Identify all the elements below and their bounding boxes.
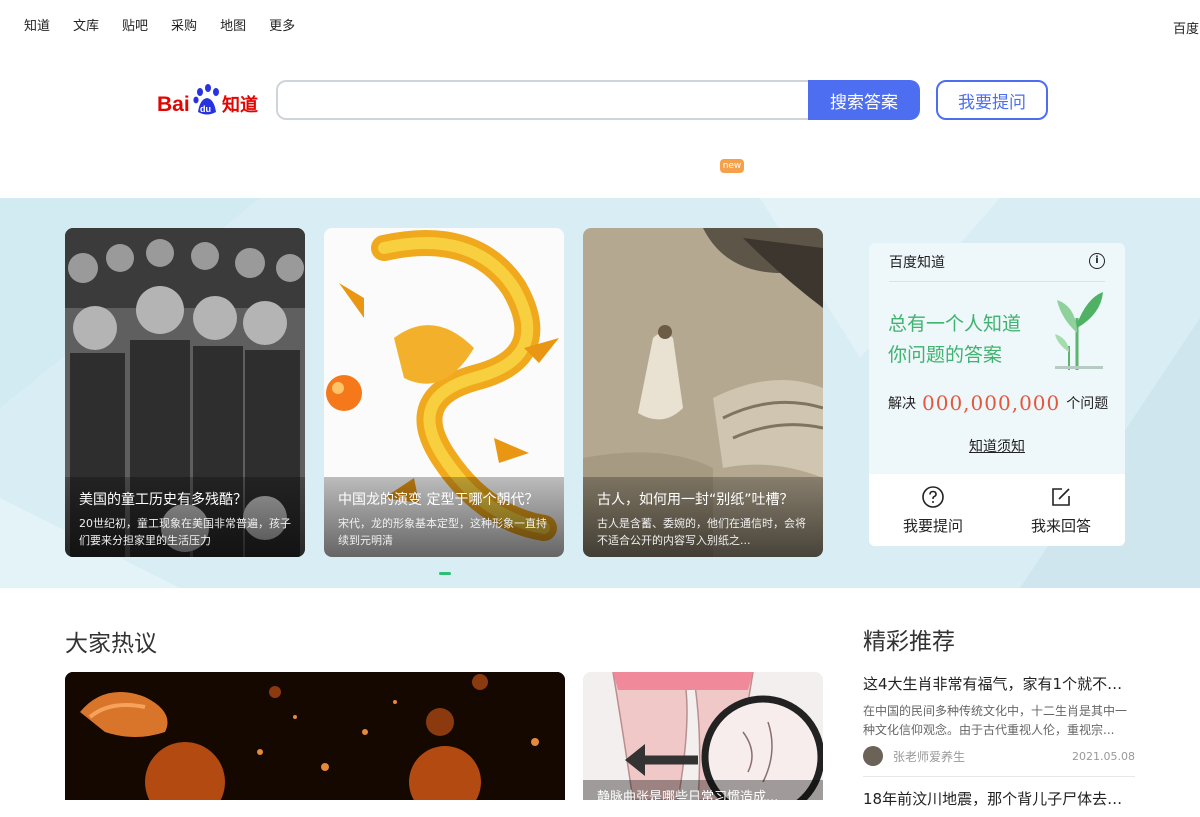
virus-image: [65, 672, 565, 800]
panel-header: 百度知道 i: [889, 252, 1105, 282]
recommend-item-title[interactable]: 这4大生肖非常有福气，家有1个就不…: [863, 673, 1135, 694]
plant-icon: [1055, 292, 1103, 370]
info-icon[interactable]: i: [1089, 253, 1105, 269]
hot-topics-title: 大家热议: [65, 631, 157, 657]
card-caption: 古人，如何用一封“别纸”吐槽？ 古人是含蓄、委婉的，他们在通信时，会将不适合公开…: [583, 477, 823, 557]
hero-banner: 美国的童工历史有多残酷？ 20世纪初，童工现象在美国非常普遍，孩子们要来分担家里…: [0, 198, 1200, 588]
card-title: 古人，如何用一封“别纸”吐槽？: [597, 492, 794, 508]
author-avatar[interactable]: [863, 746, 883, 766]
baidu-home-link[interactable]: 百度: [1173, 18, 1199, 37]
card-title: 中国龙的演变 定型于哪个朝代？: [338, 492, 539, 508]
nav-link-map[interactable]: 地图: [220, 15, 246, 34]
hot-topic-feature[interactable]: [65, 672, 565, 800]
search-answers-button[interactable]: 搜索答案: [808, 80, 920, 120]
recommend-item-desc: 在中国的民间多种传统文化中，十二生肖是其中一种文化信仰观念。由于古代重视人伦，重…: [863, 704, 1128, 737]
question-icon: [922, 486, 944, 508]
baidu-zhidao-logo[interactable]: Bai du 知道: [156, 82, 262, 118]
slogan-line-1: 总有一个人知道: [888, 313, 1022, 335]
hot-topic-caption: 静脉曲张是哪些日常习惯造成...: [583, 780, 823, 800]
solved-counter: 解决 000,000,000 个问题: [888, 391, 1108, 415]
answer-action[interactable]: 我来回答: [997, 474, 1125, 546]
zhidao-panel: 百度知道 i 总有一个人知道 你问题的答案 解决 000,000,000 个问题…: [869, 243, 1125, 546]
panel-title: 百度知道: [889, 255, 945, 271]
card-description: 古人是含蓄、委婉的，他们在通信时，会将不适合公开的内容写入别纸之...: [597, 517, 806, 547]
ask-action-label: 我要提问: [902, 517, 963, 535]
product-links: 知道 文库 贴吧 采购 地图 更多: [24, 15, 318, 34]
new-badge: new: [720, 159, 744, 173]
carousel-card-dragon[interactable]: 中国龙的演变 定型于哪个朝代？ 宋代，龙的形象基本定型，这种形象一直持续到元明清: [324, 228, 564, 557]
search-box: [276, 80, 810, 120]
solved-count: 000,000,000: [922, 391, 1061, 415]
card-caption: 中国龙的演变 定型于哪个朝代？ 宋代，龙的形象基本定型，这种形象一直持续到元明清: [324, 477, 564, 557]
slogan-line-2: 你问题的答案: [888, 344, 1003, 366]
recommend-item-title[interactable]: 18年前汶川地震，那个背儿子尸体去…: [863, 788, 1135, 809]
search-input[interactable]: [278, 82, 810, 118]
ask-question-button[interactable]: 我要提问: [936, 80, 1048, 120]
carousel-indicator[interactable]: [439, 572, 451, 575]
card-caption: 美国的童工历史有多残酷？ 20世纪初，童工现象在美国非常普遍，孩子们要来分担家里…: [65, 477, 305, 557]
svg-text:du: du: [200, 104, 211, 114]
hot-topic-varicose[interactable]: 静脉曲张是哪些日常习惯造成...: [583, 672, 823, 800]
author-name[interactable]: 张老师爱养生: [893, 748, 965, 765]
nav-link-tieba[interactable]: 贴吧: [122, 15, 148, 34]
nav-link-zhidao[interactable]: 知道: [24, 15, 50, 34]
card-description: 20世纪初，童工现象在美国非常普遍，孩子们要来分担家里的生活压力: [79, 517, 291, 547]
ask-action[interactable]: 我要提问: [869, 474, 997, 546]
svg-text:Bai: Bai: [157, 93, 190, 116]
recommend-item[interactable]: 这4大生肖非常有福气，家有1个就不… 在中国的民间多种传统文化中，十二生肖是其中…: [863, 673, 1135, 766]
card-title: 美国的童工历史有多残酷？: [79, 492, 247, 508]
top-nav: 知道 文库 贴吧 采购 地图 更多 百度: [0, 0, 1200, 46]
svg-text:知道: 知道: [222, 94, 258, 116]
solved-prefix: 解决: [888, 396, 916, 412]
carousel-card-child-labor[interactable]: 美国的童工历史有多残酷？ 20世纪初，童工现象在美国非常普遍，孩子们要来分担家里…: [65, 228, 305, 557]
publish-date: 2021.05.08: [1072, 749, 1135, 763]
edit-icon: [1052, 488, 1070, 506]
panel-actions: 我要提问 我来回答: [869, 474, 1125, 546]
divider: [863, 776, 1135, 777]
recommend-item-meta: 张老师爱养生 2021.05.08: [863, 746, 1135, 766]
card-description: 宋代，龙的形象基本定型，这种形象一直持续到元明清: [338, 517, 547, 547]
solved-suffix: 个问题: [1066, 396, 1109, 412]
panel-slogan: 总有一个人知道 你问题的答案: [888, 309, 1021, 371]
carousel-card-letter[interactable]: 古人，如何用一封“别纸”吐槽？ 古人是含蓄、委婉的，他们在通信时，会将不适合公开…: [583, 228, 823, 557]
nav-link-caigou[interactable]: 采购: [171, 15, 197, 34]
recommend-title: 精彩推荐: [863, 629, 955, 655]
nav-link-wenku[interactable]: 文库: [73, 15, 99, 34]
rules-link[interactable]: 知道须知: [869, 436, 1125, 456]
nav-link-more[interactable]: 更多: [269, 15, 295, 34]
answer-action-label: 我来回答: [1030, 517, 1091, 535]
recommend-item[interactable]: 18年前汶川地震，那个背儿子尸体去…: [863, 788, 1135, 817]
